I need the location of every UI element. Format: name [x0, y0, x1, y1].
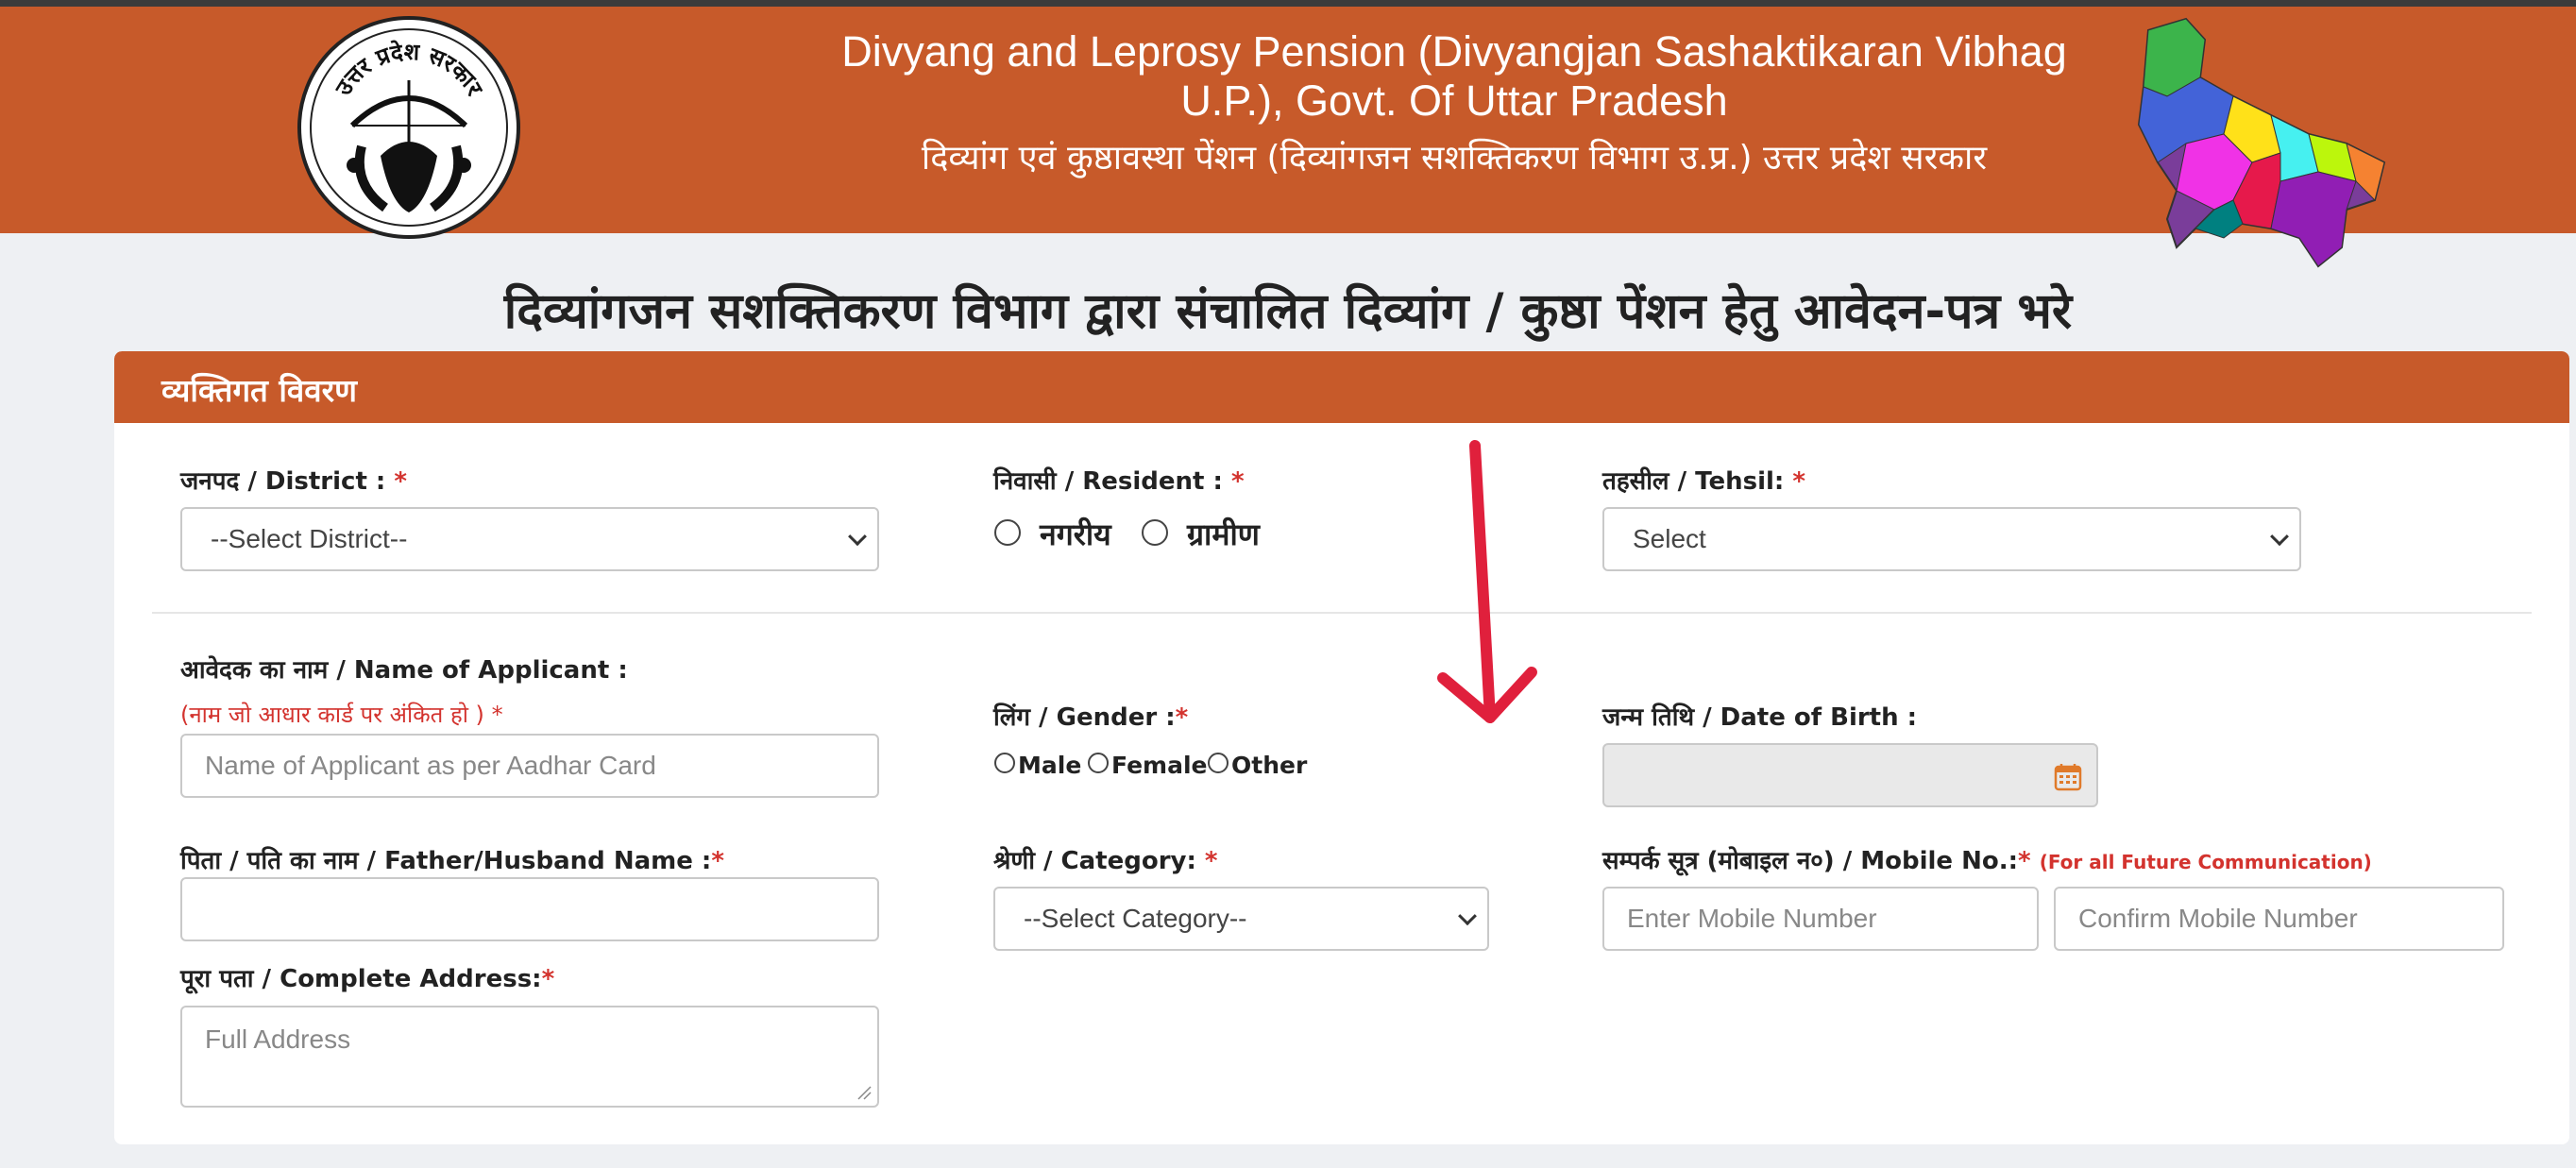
required-marker: *	[2018, 847, 2031, 875]
gender-female-radio[interactable]	[1088, 753, 1109, 773]
header-title-line2: U.P.), Govt. Of Uttar Pradesh	[1180, 76, 1728, 125]
district-select[interactable]: --Select District--	[180, 507, 879, 571]
chevron-down-icon	[2270, 527, 2289, 547]
applicant-name-hint: (नाम जो आधार कार्ड पर अंकित हो ) *	[180, 699, 503, 730]
red-down-arrow-icon	[1437, 440, 1537, 723]
resident-urban-radio[interactable]	[994, 519, 1021, 546]
father-name-input[interactable]	[180, 877, 879, 941]
category-label-text: श्रेणी / Category:	[993, 847, 1205, 875]
top-border	[0, 0, 2576, 7]
page-heading: दिव्यांगजन सशक्तिकरण विभाग द्वारा संचालि…	[503, 283, 2073, 340]
confirm-mobile-placeholder: Confirm Mobile Number	[2078, 904, 2358, 933]
required-marker: *	[711, 847, 724, 875]
calendar-icon[interactable]	[2053, 762, 2083, 792]
header-subtitle: दिव्यांग एवं कुष्ठावस्था पेंशन (दिव्यांग…	[921, 139, 1988, 178]
required-marker: *	[394, 467, 407, 496]
gender-label-text: लिंग / Gender :	[993, 703, 1176, 732]
category-select-value: --Select Category--	[1024, 904, 1247, 933]
father-name-label: पिता / पति का नाम / Father/Husband Name …	[180, 842, 724, 876]
gender-male-radio[interactable]	[994, 753, 1015, 773]
section-header: व्यक्तिगत विवरण	[114, 351, 2569, 423]
required-marker: *	[491, 702, 503, 728]
address-textarea[interactable]: Full Address	[180, 1006, 879, 1108]
resident-rural-radio[interactable]	[1142, 519, 1168, 546]
district-label-text: जनपद / District :	[180, 467, 395, 496]
site-header: उत्तर प्रदेश सरकार Divyang and Leprosy P…	[0, 7, 2576, 268]
gender-other-radio[interactable]	[1208, 753, 1229, 773]
applicant-name-hint-text: (नाम जो आधार कार्ड पर अंकित हो )	[180, 702, 492, 728]
tehsil-label-text: तहसील / Tehsil:	[1602, 467, 1793, 496]
uttar-pradesh-map-icon	[2137, 17, 2386, 268]
applicant-name-placeholder: Name of Applicant as per Aadhar Card	[205, 751, 656, 780]
tehsil-select-value: Select	[1633, 524, 1706, 553]
required-marker: *	[1204, 847, 1218, 875]
father-name-label-text: पिता / पति का नाम / Father/Husband Name …	[180, 847, 712, 875]
up-emblem-icon: उत्तर प्रदेश सरकार	[297, 16, 520, 239]
required-marker: *	[1792, 467, 1805, 496]
required-marker: *	[541, 965, 555, 993]
confirm-mobile-input[interactable]: Confirm Mobile Number	[2054, 887, 2504, 951]
resize-handle-icon[interactable]	[856, 1085, 872, 1100]
resident-rural-label: ग्रामीण	[1187, 516, 1260, 552]
applicant-name-input[interactable]: Name of Applicant as per Aadhar Card	[180, 734, 879, 798]
category-select[interactable]: --Select Category--	[993, 887, 1489, 951]
personal-details-card: व्यक्तिगत विवरण जनपद / District : * --Se…	[114, 351, 2569, 1144]
gender-male-label: Male	[1018, 752, 1082, 779]
address-label-text: पूरा पता / Complete Address:	[180, 965, 542, 993]
resident-label: निवासी / Resident : *	[993, 463, 1245, 497]
mobile-label: सम्पर्क सूत्र (मोबाइल न०) / Mobile No.:*…	[1602, 842, 2372, 876]
mobile-placeholder: Enter Mobile Number	[1627, 904, 1877, 933]
gender-label: लिंग / Gender :*	[993, 699, 1188, 733]
chevron-down-icon	[848, 527, 867, 547]
chevron-down-icon	[1458, 906, 1477, 926]
mobile-note: (For all Future Communication)	[2039, 851, 2372, 873]
row-divider	[152, 612, 2532, 614]
tehsil-select[interactable]: Select	[1602, 507, 2301, 571]
category-label: श्रेणी / Category: *	[993, 842, 1218, 876]
district-select-value: --Select District--	[211, 524, 408, 553]
applicant-name-label: आवेदक का नाम / Name of Applicant :	[180, 656, 628, 685]
header-title: Divyang and Leprosy Pension (Divyangjan …	[652, 27, 2257, 126]
gender-other-label: Other	[1231, 752, 1308, 779]
dob-label: जन्म तिथि / Date of Birth :	[1602, 703, 1918, 732]
dob-input[interactable]	[1602, 743, 2098, 807]
section-title: व्यक्तिगत विवरण	[161, 372, 357, 409]
resident-label-text: निवासी / Resident :	[993, 467, 1231, 496]
header-title-line1: Divyang and Leprosy Pension (Divyangjan …	[841, 27, 2067, 76]
gender-female-label: Female	[1111, 752, 1208, 779]
address-placeholder: Full Address	[205, 1024, 351, 1054]
mobile-input[interactable]: Enter Mobile Number	[1602, 887, 2039, 951]
address-label: पूरा पता / Complete Address:*	[180, 960, 554, 994]
district-label: जनपद / District : *	[180, 463, 407, 497]
required-marker: *	[1231, 467, 1245, 496]
tehsil-label: तहसील / Tehsil: *	[1602, 463, 1805, 497]
resident-urban-label: नगरीय	[1040, 516, 1111, 552]
mobile-label-text: सम्पर्क सूत्र (मोबाइल न०) / Mobile No.:	[1602, 847, 2019, 875]
required-marker: *	[1175, 703, 1189, 732]
